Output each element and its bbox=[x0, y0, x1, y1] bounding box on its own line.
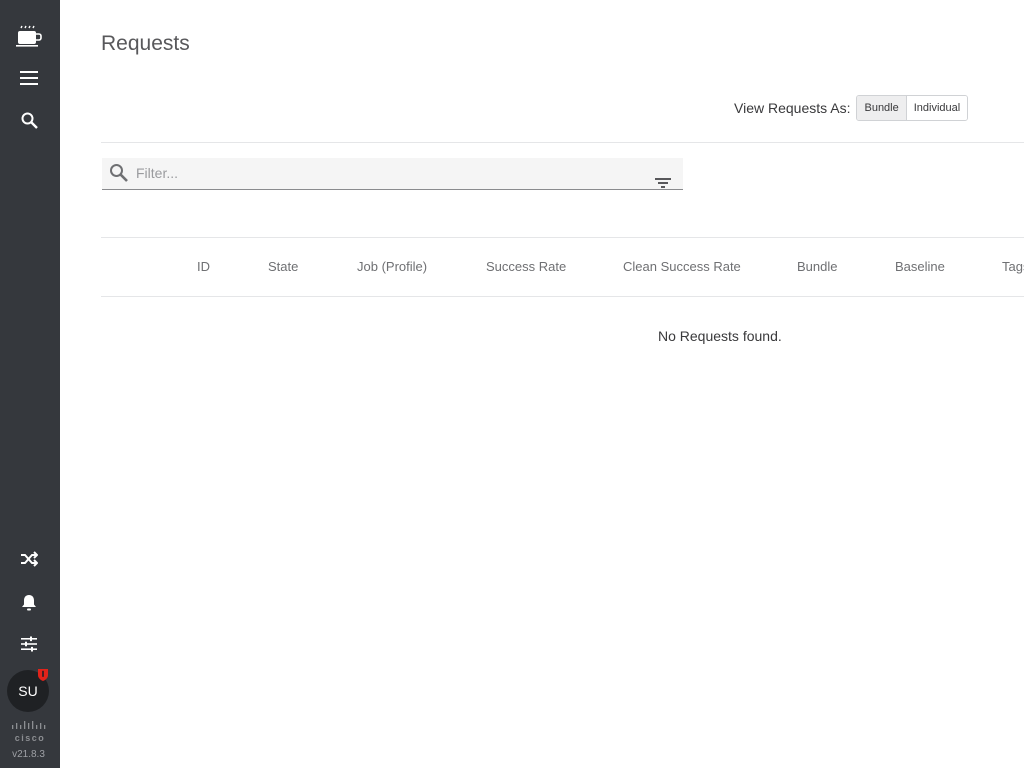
filter-bar bbox=[102, 158, 683, 190]
column-header-bundle[interactable]: Bundle bbox=[797, 259, 837, 274]
svg-text:cisco: cisco bbox=[15, 733, 46, 743]
column-header-tags[interactable]: Tags bbox=[1002, 259, 1024, 274]
filter-input[interactable] bbox=[136, 158, 636, 188]
column-header-success-rate[interactable]: Success Rate bbox=[486, 259, 566, 274]
sidebar: SU cisco v21.8.3 bbox=[0, 0, 60, 768]
column-header-clean-success-rate[interactable]: Clean Success Rate bbox=[623, 259, 741, 274]
column-header-state[interactable]: State bbox=[268, 259, 298, 274]
user-initials: SU bbox=[18, 683, 38, 699]
shuffle-icon[interactable] bbox=[14, 544, 44, 574]
view-as-label: View Requests As: bbox=[734, 100, 851, 116]
column-header-id[interactable]: ID bbox=[197, 259, 210, 274]
version-label: v21.8.3 bbox=[12, 749, 45, 760]
coffee-cup-icon[interactable] bbox=[14, 22, 44, 52]
main-content: Requests View Requests As: Bundle Indivi… bbox=[60, 0, 1024, 768]
cisco-logo: cisco bbox=[12, 721, 46, 743]
column-header-job-profile[interactable]: Job (Profile) bbox=[357, 259, 427, 274]
menu-icon[interactable] bbox=[14, 63, 44, 93]
view-toggle-group: Bundle Individual bbox=[856, 95, 969, 121]
search-icon bbox=[110, 164, 128, 182]
empty-table-message: No Requests found. bbox=[658, 328, 782, 344]
column-header-baseline[interactable]: Baseline bbox=[895, 259, 945, 274]
bundle-view-button[interactable]: Bundle bbox=[857, 96, 907, 120]
header-divider bbox=[101, 142, 1024, 143]
bell-icon[interactable] bbox=[14, 587, 44, 617]
page-title: Requests bbox=[101, 32, 190, 55]
individual-view-button[interactable]: Individual bbox=[906, 96, 968, 120]
filter-options-icon[interactable] bbox=[655, 177, 671, 189]
table-header: ID State Job (Profile) Success Rate Clea… bbox=[101, 237, 1024, 297]
search-icon[interactable] bbox=[14, 105, 44, 135]
view-requests-as: View Requests As: Bundle Individual bbox=[734, 95, 969, 121]
user-avatar[interactable]: SU bbox=[7, 669, 49, 712]
sliders-icon[interactable] bbox=[14, 629, 44, 659]
shield-badge-icon bbox=[38, 669, 48, 681]
